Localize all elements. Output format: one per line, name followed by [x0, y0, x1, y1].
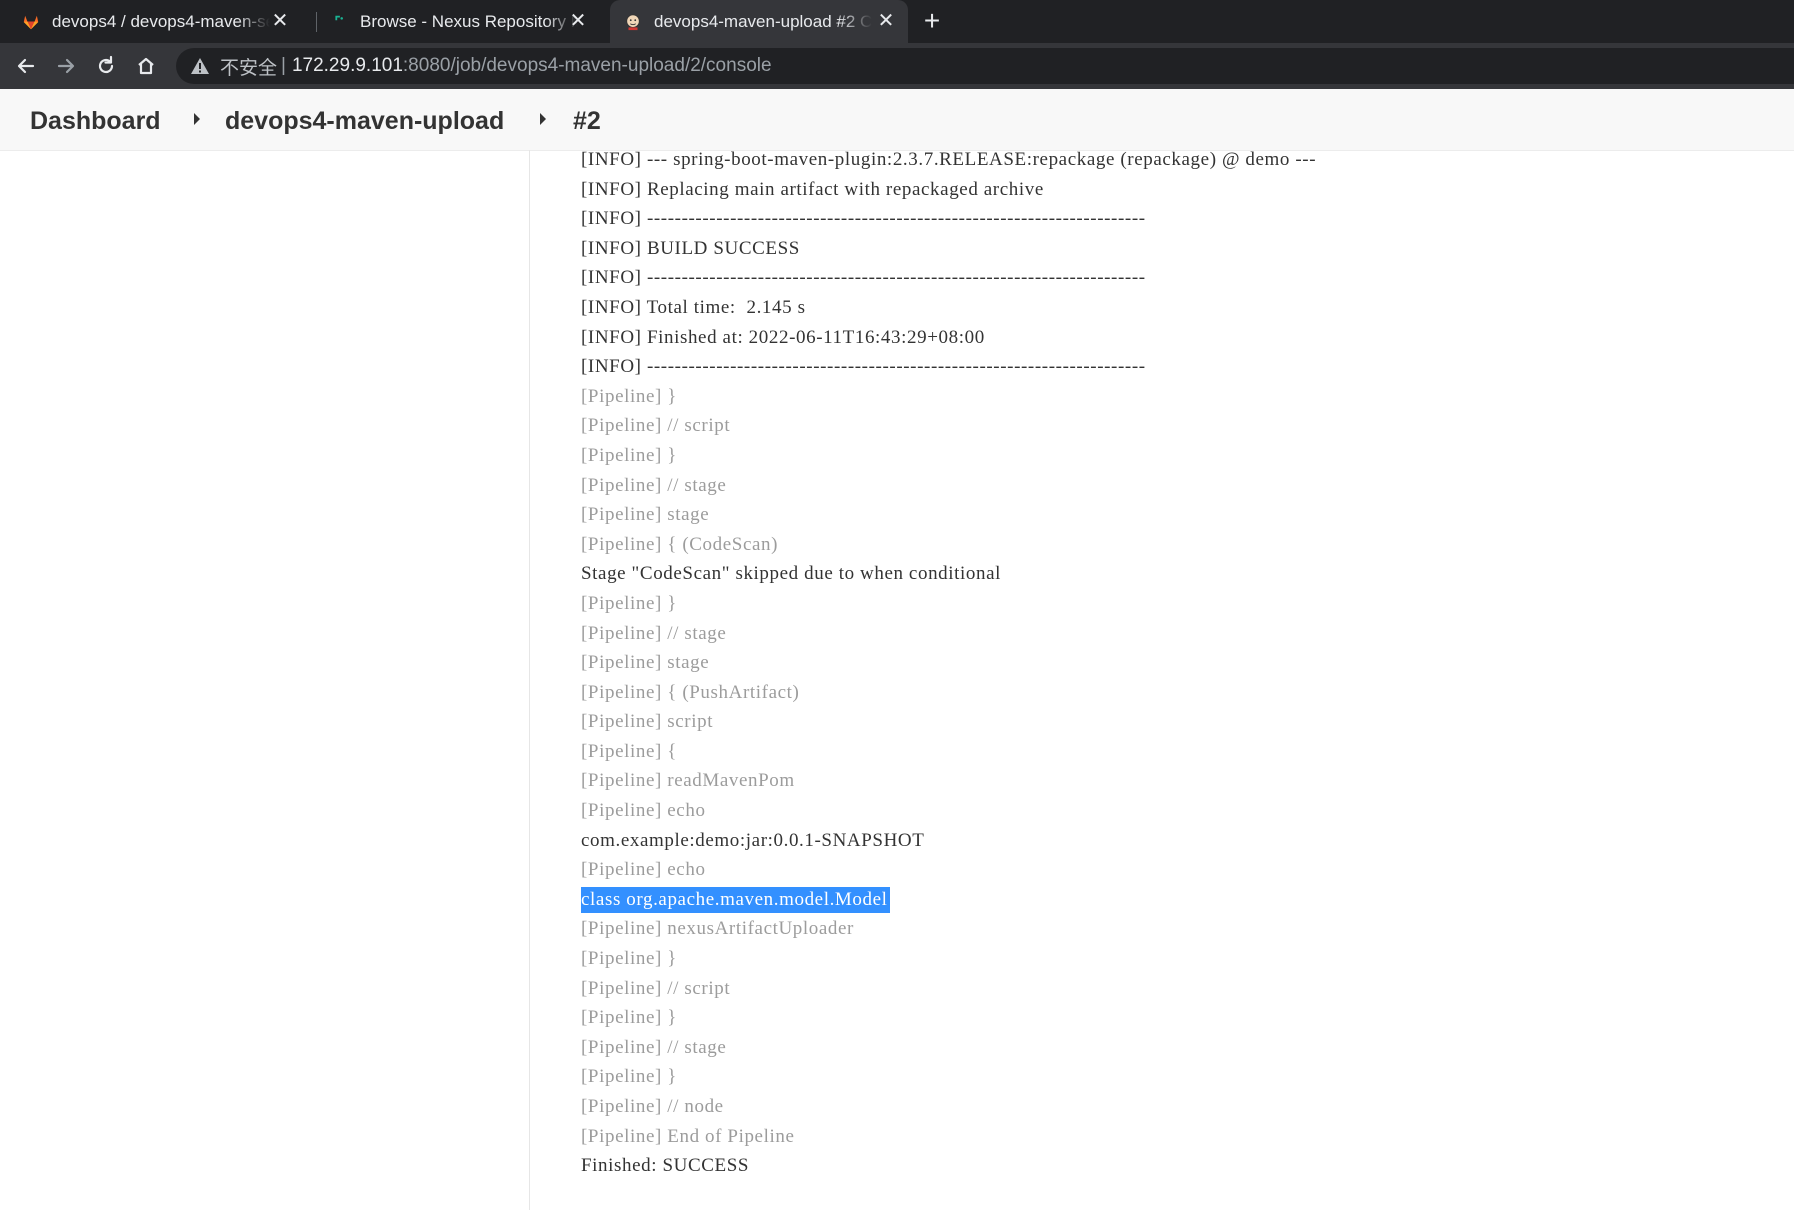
console-line: Stage "CodeScan" skipped due to when con… [581, 563, 1002, 585]
arrow-left-icon [17, 58, 35, 74]
tab-jenkins-console[interactable]: devops4-maven-upload #2 Console ✕ [610, 0, 908, 43]
address-separator: | [281, 55, 286, 76]
console-line: [Pipeline] } [581, 444, 677, 466]
home-icon [138, 57, 154, 75]
close-tab-icon[interactable]: ✕ [876, 11, 896, 31]
close-tab-icon[interactable]: ✕ [270, 11, 290, 31]
back-button[interactable] [12, 52, 40, 80]
url-path: :8080/job/devops4-maven-upload/2/console [402, 55, 772, 76]
tab-divider [316, 12, 317, 32]
console-line: Finished: SUCCESS [581, 1155, 750, 1177]
console-line: [INFO] ---------------------------------… [581, 267, 1146, 289]
console-line: [Pipeline] // stage [581, 474, 727, 496]
chevron-right-icon[interactable] [540, 113, 546, 125]
reload-button[interactable] [92, 52, 120, 80]
tab-title: Browse - Nexus Repository Manager [360, 11, 578, 31]
browser-tab-strip: devops4 / devops4-maven-service ✕ Browse… [0, 0, 1794, 43]
console-line: [INFO] ---------------------------------… [581, 356, 1146, 378]
arrow-right-icon [57, 58, 75, 74]
console-line: [Pipeline] // node [581, 1096, 724, 1117]
console-line: [Pipeline] // script [581, 415, 731, 437]
address-bar[interactable]: 不安全 | 172.29.9.101:8080/job/devops4-mave… [176, 48, 1794, 84]
breadcrumb-dashboard[interactable]: Dashboard [30, 107, 161, 136]
console-line: [Pipeline] } [581, 1066, 677, 1088]
browser-toolbar: 不安全 | 172.29.9.101:8080/job/devops4-mave… [0, 43, 1794, 89]
tab-gitlab[interactable]: devops4 / devops4-maven-service ✕ [22, 0, 302, 43]
console-line: [INFO] Total time: 2.145 s [581, 296, 806, 318]
console-line: [Pipeline] readMavenPom [581, 770, 795, 792]
security-label[interactable]: 不安全 [220, 53, 277, 80]
console-line: [INFO] --- spring-boot-maven-plugin:2.3.… [581, 149, 1317, 170]
console-line: [Pipeline] script [581, 711, 714, 733]
console-output: [INFO] --- spring-boot-maven-plugin:2.3.… [581, 145, 1761, 1181]
console-line: [Pipeline] // stage [581, 1036, 727, 1058]
console-line: [Pipeline] { (PushArtifact) [581, 681, 800, 703]
console-line: [Pipeline] stage [581, 504, 710, 526]
close-tab-icon[interactable]: ✕ [568, 11, 588, 31]
selected-text: class org.apache.maven.model.Model [581, 886, 890, 913]
breadcrumb: Dashboard devops4-maven-upload #2 [0, 89, 1794, 151]
console-line: [INFO] Replacing main artifact with repa… [581, 178, 1044, 200]
new-tab-button[interactable]: + [918, 7, 946, 36]
console-line: com.example:demo:jar:0.0.1-SNAPSHOT [581, 829, 925, 851]
jenkins-icon [626, 13, 640, 30]
breadcrumb-job[interactable]: devops4-maven-upload [225, 107, 504, 136]
console-line: [Pipeline] // stage [581, 622, 727, 644]
gitlab-icon [23, 15, 39, 29]
home-button[interactable] [132, 52, 160, 80]
console-line: [Pipeline] } [581, 948, 677, 970]
console-line: [INFO] BUILD SUCCESS [581, 237, 800, 259]
console-line: [Pipeline] echo [581, 800, 706, 822]
tab-title: devops4 / devops4-maven-service [52, 11, 270, 31]
console-line: [Pipeline] } [581, 1007, 677, 1029]
console-line: [Pipeline] echo [581, 859, 706, 881]
console-line: [INFO] ---------------------------------… [581, 208, 1146, 230]
warning-icon [191, 58, 209, 74]
console-line: [Pipeline] } [581, 592, 677, 614]
nexus-icon [335, 15, 343, 20]
console-line: [INFO] Finished at: 2022-06-11T16:43:29+… [581, 326, 985, 348]
chevron-right-icon[interactable] [194, 113, 200, 125]
side-panel-divider [529, 150, 530, 1210]
console-line: [Pipeline] { (CodeScan) [581, 533, 779, 555]
console-line: [Pipeline] nexusArtifactUploader [581, 918, 854, 940]
console-line: [Pipeline] } [581, 385, 677, 407]
console-line: [Pipeline] End of Pipeline [581, 1125, 795, 1147]
forward-button[interactable] [52, 52, 80, 80]
breadcrumb-build[interactable]: #2 [573, 107, 601, 136]
tab-nexus[interactable]: Browse - Nexus Repository Manager ✕ [330, 0, 600, 43]
console-line: [Pipeline] { [581, 740, 677, 762]
console-line-selected: class org.apache.maven.model.Model [581, 885, 1761, 915]
console-line: [Pipeline] // script [581, 977, 731, 999]
url-host: 172.29.9.101 [291, 55, 403, 76]
reload-icon [98, 55, 114, 74]
tab-title: devops4-maven-upload #2 Console [654, 11, 872, 31]
console-line: [Pipeline] stage [581, 652, 710, 674]
